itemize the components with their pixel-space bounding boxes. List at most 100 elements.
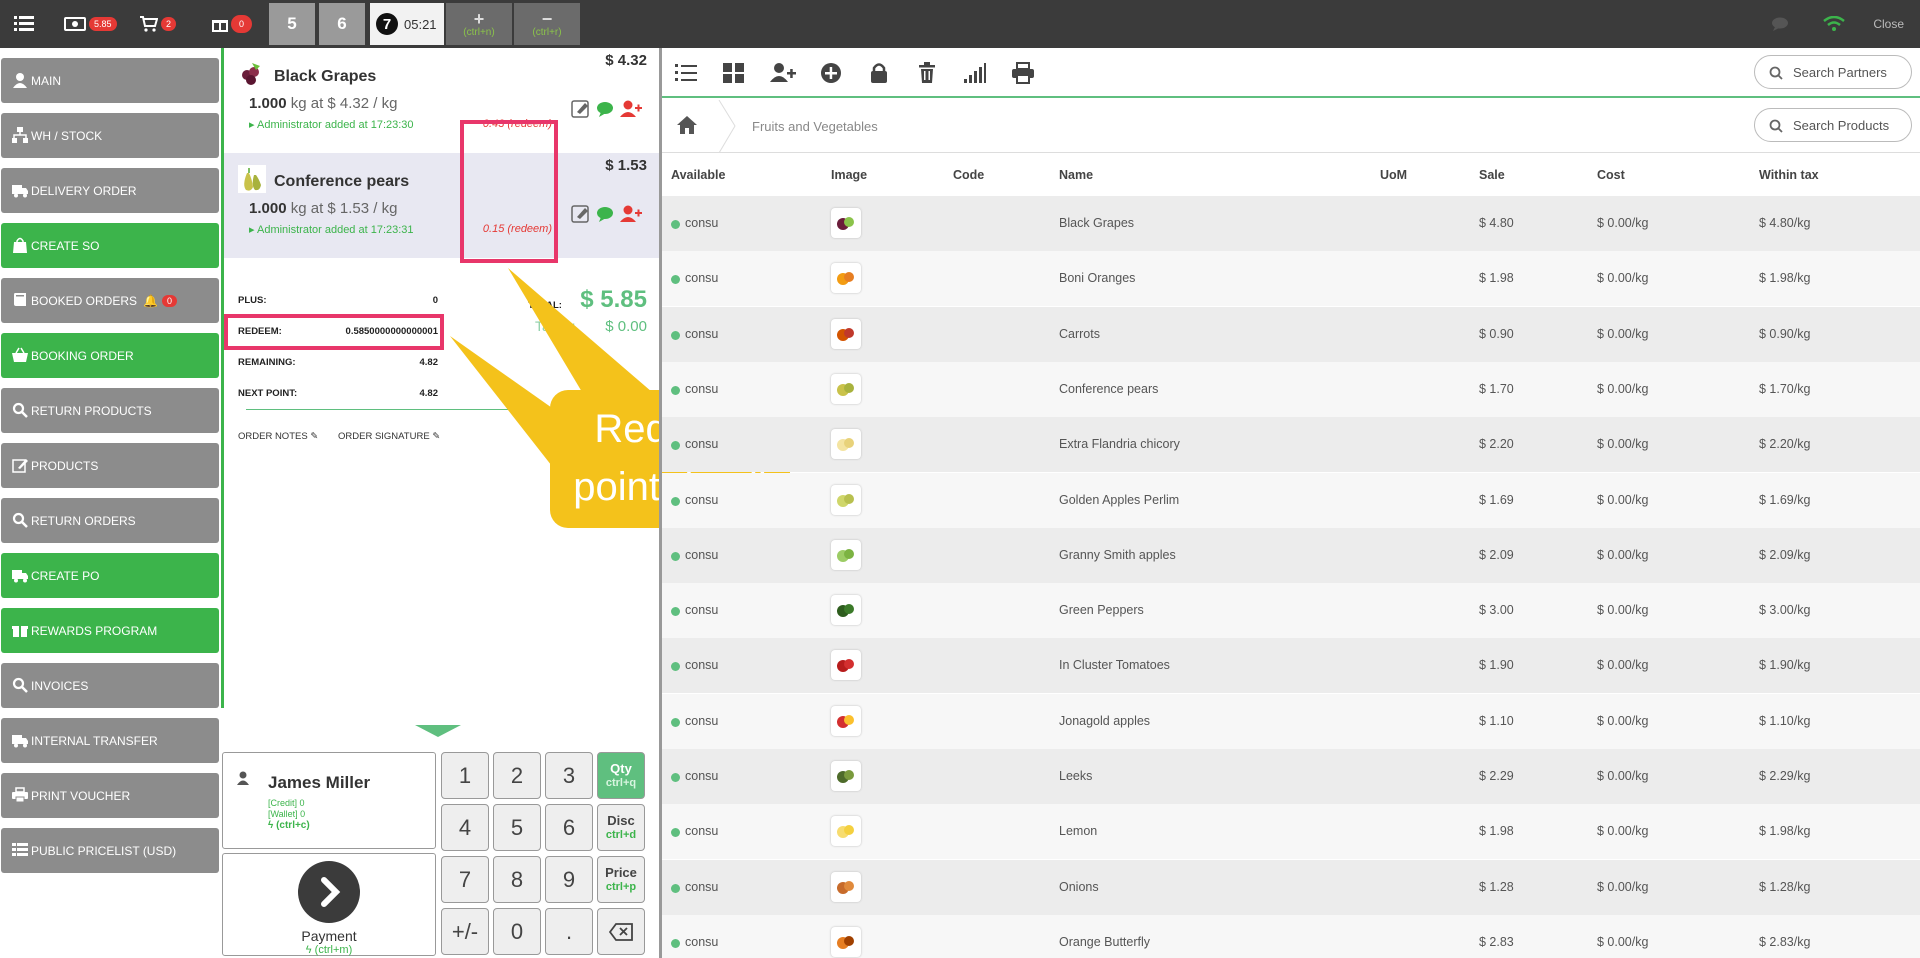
- menu-item-public-pricelist-usd[interactable]: PUBLIC PRICELIST (USD): [1, 828, 219, 873]
- cart-button[interactable]: 2: [140, 0, 177, 48]
- list-view-icon[interactable]: [675, 62, 697, 84]
- numpad-key[interactable]: 1: [441, 752, 489, 799]
- menu-item-print-voucher[interactable]: PRINT VOUCHER: [1, 773, 219, 818]
- search-products-input[interactable]: Search Products: [1754, 108, 1912, 142]
- grid-view-icon[interactable]: [723, 62, 745, 84]
- menu-item-products[interactable]: PRODUCTS: [1, 443, 219, 488]
- table-row[interactable]: consu Onions $ 1.28 $ 0.00/kg $ 1.28/kg: [662, 859, 1920, 915]
- menu-item-rewards-program[interactable]: REWARDS PROGRAM: [1, 608, 219, 653]
- order-line-selected[interactable]: Conference pears $ 1.53 1.000 kg at $ 1.…: [224, 153, 659, 258]
- order-signature-link[interactable]: ORDER SIGNATURE ✎: [338, 431, 440, 442]
- table-row[interactable]: consu Orange Butterfly $ 2.83 $ 0.00/kg $ 2.…: [662, 914, 1920, 958]
- table-row[interactable]: consu In Cluster Tomatoes $ 1.90 $ 0.00/kg $…: [662, 638, 1920, 694]
- home-icon[interactable]: [676, 115, 698, 135]
- backspace-button[interactable]: [597, 908, 645, 955]
- numpad-key[interactable]: 5: [493, 804, 541, 851]
- numpad-key[interactable]: 6: [545, 804, 593, 851]
- column-header-uom[interactable]: UoM: [1380, 168, 1407, 182]
- column-header-within-tax[interactable]: Within tax: [1759, 168, 1819, 182]
- customer-card[interactable]: James Miller [Credit] 0 [Wallet] 0 ϟ (ct…: [222, 752, 436, 849]
- menu-toggle-button[interactable]: [14, 0, 34, 48]
- comment-icon[interactable]: [597, 102, 613, 117]
- new-order-button[interactable]: + (ctrl+n): [446, 3, 512, 45]
- numpad-key[interactable]: 7: [441, 856, 489, 903]
- cash-button[interactable]: 5.85: [64, 0, 117, 48]
- print-icon[interactable]: [1012, 62, 1034, 84]
- table-row[interactable]: consu Boni Oranges $ 1.98 $ 0.00/kg $ 1.98/k…: [662, 251, 1920, 307]
- cell-name: In Cluster Tomatoes: [1059, 658, 1170, 673]
- table-row[interactable]: consu Carrots $ 0.90 $ 0.00/kg $ 0.90/kg: [662, 306, 1920, 362]
- cell-cost: $ 0.00/kg: [1597, 437, 1649, 452]
- close-button[interactable]: Close: [1873, 17, 1904, 31]
- numpad-key[interactable]: 4: [441, 804, 489, 851]
- order-tab-active[interactable]: 7 05:21: [370, 3, 444, 45]
- table-row[interactable]: consu Leeks $ 2.29 $ 0.00/kg $ 2.29/kg: [662, 749, 1920, 804]
- column-header-name[interactable]: Name: [1059, 168, 1093, 182]
- payment-button[interactable]: Payment ϟ (ctrl+m): [222, 853, 436, 956]
- menu-item-label: DELIVERY ORDER: [31, 183, 137, 198]
- remove-order-button[interactable]: − (ctrl+r): [514, 3, 580, 45]
- column-header-available[interactable]: Available: [671, 168, 725, 182]
- cell-sale: $ 1.98: [1479, 824, 1514, 839]
- gift-button[interactable]: 0: [212, 0, 253, 48]
- chat-button[interactable]: [1771, 0, 1791, 48]
- numpad-key[interactable]: +/-: [441, 908, 489, 955]
- signal-icon[interactable]: [964, 62, 986, 84]
- column-header-sale[interactable]: Sale: [1479, 168, 1505, 182]
- add-user-icon[interactable]: [770, 62, 796, 84]
- table-row[interactable]: consu Lemon $ 1.98 $ 0.00/kg $ 1.98/kg: [662, 804, 1920, 860]
- add-user-icon[interactable]: [620, 100, 642, 118]
- menu-item-main[interactable]: MAIN: [1, 58, 219, 103]
- menu-item-wh-stock[interactable]: WH / STOCK: [1, 113, 219, 158]
- table-row[interactable]: consu Conference pears $ 1.70 $ 0.00/kg $ 1.…: [662, 361, 1920, 417]
- trash-icon[interactable]: [916, 62, 938, 84]
- table-row[interactable]: consu Jonagold apples $ 1.10 $ 0.00/kg $ 1.1…: [662, 693, 1920, 749]
- menu-item-booked-orders[interactable]: BOOKED ORDERS 🔔 0: [1, 278, 219, 323]
- order-tab-6[interactable]: 6: [319, 3, 365, 45]
- menu-item-return-orders[interactable]: RETURN ORDERS: [1, 498, 219, 543]
- column-header-code[interactable]: Code: [953, 168, 984, 182]
- numpad-key[interactable]: 9: [545, 856, 593, 903]
- menu-item-internal-transfer[interactable]: INTERNAL TRANSFER: [1, 718, 219, 763]
- comment-icon[interactable]: [597, 207, 613, 222]
- numpad-key[interactable]: 8: [493, 856, 541, 903]
- collapse-arrow-icon[interactable]: [415, 725, 461, 737]
- menu-item-return-products[interactable]: RETURN PRODUCTS: [1, 388, 219, 433]
- column-header-image[interactable]: Image: [831, 168, 867, 182]
- order-notes-link[interactable]: ORDER NOTES ✎: [238, 431, 318, 442]
- cash-badge: 5.85: [89, 17, 117, 31]
- payment-shortcut: ϟ (ctrl+m): [305, 944, 353, 956]
- order-line[interactable]: Black Grapes $ 4.32 1.000 kg at $ 4.32 /…: [224, 48, 659, 153]
- menu-item-label: PUBLIC PRICELIST (USD): [31, 843, 177, 858]
- search-partners-input[interactable]: Search Partners: [1754, 55, 1912, 89]
- menu-item-create-po[interactable]: CREATE PO: [1, 553, 219, 598]
- numpad-key[interactable]: 0: [493, 908, 541, 955]
- table-row[interactable]: consu Extra Flandria chicory $ 2.20 $ 0.00/…: [662, 417, 1920, 473]
- menu-item-booking-order[interactable]: BOOKING ORDER: [1, 333, 219, 378]
- order-signature-label: ORDER SIGNATURE: [338, 431, 430, 442]
- add-circle-icon[interactable]: [820, 62, 842, 84]
- qty-mode-button[interactable]: Qty ctrl+q: [597, 752, 645, 799]
- numpad-key[interactable]: 3: [545, 752, 593, 799]
- table-row[interactable]: consu Golden Apples Perlim $ 1.69 $ 0.00/kg…: [662, 472, 1920, 528]
- breadcrumb-category[interactable]: Fruits and Vegetables: [752, 119, 878, 134]
- cell-sale: $ 1.98: [1479, 271, 1514, 286]
- menu-item-invoices[interactable]: INVOICES: [1, 663, 219, 708]
- order-tab-5[interactable]: 5: [269, 3, 315, 45]
- lock-icon[interactable]: [868, 62, 890, 84]
- cell-within-tax: $ 1.98/kg: [1759, 271, 1811, 286]
- table-row[interactable]: consu Black Grapes $ 4.80 $ 0.00/kg $ 4.80/k…: [662, 196, 1920, 251]
- price-mode-button[interactable]: Price ctrl+p: [597, 856, 645, 903]
- edit-icon[interactable]: [571, 205, 589, 223]
- disc-mode-button[interactable]: Disc ctrl+d: [597, 804, 645, 851]
- numpad-key[interactable]: 2: [493, 752, 541, 799]
- order-line-qty-value: 1.000: [249, 95, 287, 112]
- table-row[interactable]: consu Green Peppers $ 3.00 $ 0.00/kg $ 3.00/…: [662, 583, 1920, 639]
- numpad-key[interactable]: .: [545, 908, 593, 955]
- menu-item-create-so[interactable]: CREATE SO: [1, 223, 219, 268]
- column-header-cost[interactable]: Cost: [1597, 168, 1625, 182]
- menu-item-delivery-order[interactable]: DELIVERY ORDER: [1, 168, 219, 213]
- edit-icon[interactable]: [571, 100, 589, 118]
- table-row[interactable]: consu Granny Smith apples $ 2.09 $ 0.00/kg $…: [662, 527, 1920, 583]
- add-user-icon[interactable]: [620, 205, 642, 223]
